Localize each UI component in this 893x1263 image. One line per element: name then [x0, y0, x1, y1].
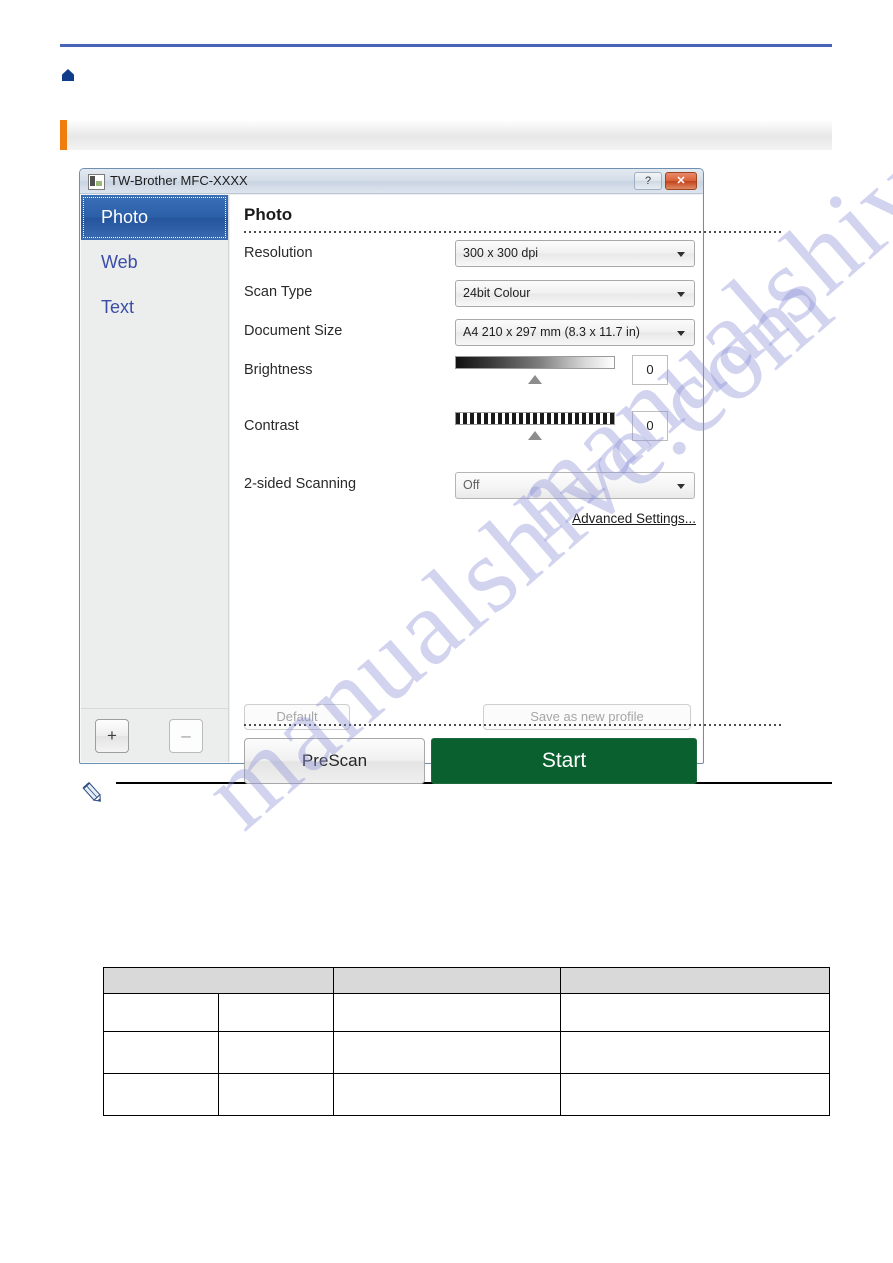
close-button[interactable]: ✕: [665, 172, 697, 190]
brightness-slider-thumb[interactable]: [528, 375, 542, 384]
sidebar-item-text[interactable]: Text: [81, 285, 228, 330]
remove-profile-button[interactable]: –: [169, 719, 203, 753]
pane-title: Photo: [244, 205, 293, 224]
table-header-row: [103, 967, 830, 994]
scan-type-label: Scan Type: [244, 284, 313, 300]
dialog-titlebar[interactable]: TW-Brother MFC-XXXX ? ✕: [80, 169, 703, 194]
chevron-down-icon: [677, 484, 685, 489]
document-size-label: Document Size: [244, 323, 343, 339]
prescan-button[interactable]: PreScan: [244, 738, 425, 784]
advanced-settings-link[interactable]: Advanced Settings...: [572, 511, 696, 526]
table-cell: [218, 993, 334, 1032]
section-header-accent: [60, 120, 67, 150]
chevron-down-icon: [677, 292, 685, 297]
scanner-icon: [88, 174, 105, 190]
sidebar-item-label: Text: [101, 297, 135, 317]
table-row: [103, 1031, 830, 1074]
sidebar-item-web[interactable]: Web: [81, 240, 228, 285]
settings-pane: Photo Resolution 300 x 300 dpi Scan Type…: [230, 195, 784, 784]
table-header-cell: [103, 967, 334, 994]
contrast-slider[interactable]: [455, 412, 615, 425]
table-cell: [560, 993, 830, 1032]
table-row: [103, 1073, 830, 1116]
start-button[interactable]: Start: [431, 738, 697, 784]
brightness-label: Brightness: [244, 362, 313, 378]
two-sided-scanning-value: Off: [463, 478, 480, 492]
chevron-down-icon: [677, 252, 685, 257]
pane-divider-bottom: [244, 724, 784, 726]
table-cell: [332, 1073, 562, 1116]
default-button[interactable]: Default: [244, 704, 350, 730]
table-cell: [560, 1073, 830, 1116]
scanner-dialog: TW-Brother MFC-XXXX ? ✕ Photo Web Text +…: [79, 168, 784, 784]
table-cell: [332, 1031, 562, 1074]
brightness-value[interactable]: 0: [632, 355, 668, 385]
home-icon[interactable]: [61, 68, 75, 82]
table-cell: [218, 1073, 334, 1116]
table-cell: [103, 993, 219, 1032]
scan-type-select[interactable]: 24bit Colour: [455, 280, 695, 307]
save-as-new-profile-button[interactable]: Save as new profile: [483, 704, 691, 730]
chevron-down-icon: [677, 331, 685, 336]
document-size-select[interactable]: A4 210 x 297 mm (8.3 x 11.7 in): [455, 319, 695, 346]
spec-table: [103, 967, 830, 1116]
resolution-label: Resolution: [244, 245, 313, 261]
two-sided-scanning-label: 2-sided Scanning: [244, 476, 357, 492]
table-row: [103, 993, 830, 1032]
document-size-value: A4 210 x 297 mm (8.3 x 11.7 in): [463, 325, 640, 339]
two-sided-scanning-select[interactable]: Off: [455, 472, 695, 499]
pencil-icon: [80, 780, 106, 806]
note-block: [78, 782, 832, 892]
table-cell: [560, 1031, 830, 1074]
contrast-slider-thumb[interactable]: [528, 431, 542, 440]
table-cell: [218, 1031, 334, 1074]
dialog-title: TW-Brother MFC-XXXX: [110, 173, 248, 188]
help-button[interactable]: ?: [634, 172, 662, 190]
table-cell: [103, 1073, 219, 1116]
table-header-cell: [560, 967, 830, 994]
resolution-select[interactable]: 300 x 300 dpi: [455, 240, 695, 267]
section-header-bar: [60, 120, 832, 150]
scan-type-value: 24bit Colour: [463, 286, 531, 300]
sidebar-item-label: Web: [101, 252, 138, 272]
contrast-label: Contrast: [244, 418, 299, 434]
pane-divider-top: [244, 231, 784, 233]
resolution-value: 300 x 300 dpi: [463, 246, 539, 260]
sidebar-divider: [81, 708, 228, 709]
table-header-cell: [332, 967, 562, 994]
add-profile-button[interactable]: +: [95, 719, 129, 753]
table-cell: [103, 1031, 219, 1074]
table-cell: [332, 993, 562, 1032]
brightness-slider[interactable]: [455, 356, 615, 369]
sidebar-item-label: Photo: [101, 207, 149, 227]
contrast-value[interactable]: 0: [632, 411, 668, 441]
page-top-rule: [60, 44, 832, 47]
mode-sidebar: Photo Web Text + –: [81, 195, 229, 762]
sidebar-item-photo[interactable]: Photo: [81, 195, 228, 240]
